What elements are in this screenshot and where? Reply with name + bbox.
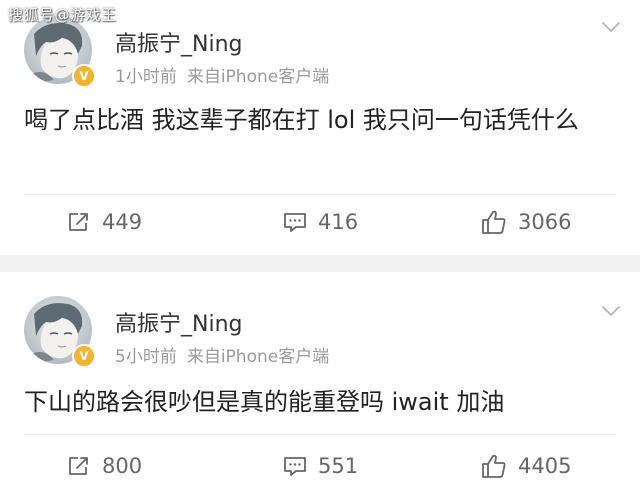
weibo-feed: 搜狐号@游戏王 V 高振宁_Ning 1小时前 来自iPhone客户端 喝了点比…: [0, 0, 640, 503]
divider: [24, 194, 616, 195]
post-card: V 高振宁_Ning 5小时前 来自iPhone客户端 下山的路会很吵但是真的能重…: [0, 272, 640, 503]
post-meta: 1小时前 来自iPhone客户端: [115, 62, 329, 87]
watermark: 搜狐号@游戏王: [8, 6, 117, 24]
like-count: 3066: [518, 210, 572, 234]
repost-icon: [69, 213, 88, 231]
post-source: 来自iPhone客户端: [186, 347, 330, 367]
comment-count: 551: [318, 454, 359, 478]
post-content: 喝了点比酒 我这辈子都在打 lol 我只问一句话凭什么: [24, 106, 579, 134]
like-button[interactable]: 3066: [480, 202, 571, 242]
post-time: 5小时前: [115, 347, 177, 367]
comment-icon: [284, 213, 306, 232]
action-bar: 800 551 4405: [0, 446, 640, 486]
comment-icon: [284, 457, 306, 476]
like-count: 4405: [518, 454, 572, 478]
like-icon: [482, 210, 506, 234]
like-button[interactable]: 4405: [480, 446, 571, 486]
action-bar: 449 416 3066: [0, 202, 640, 242]
post-meta: 5小时前 来自iPhone客户端: [115, 342, 329, 367]
repost-count: 800: [102, 454, 143, 478]
username[interactable]: 高振宁_Ning: [115, 306, 242, 338]
repost-button[interactable]: 800: [66, 446, 142, 486]
comment-button[interactable]: 416: [282, 202, 358, 242]
post-card: V 高振宁_Ning 1小时前 来自iPhone客户端 喝了点比酒 我这辈子都在打…: [0, 0, 640, 255]
verified-badge-icon: V: [72, 344, 96, 368]
post-time: 1小时前: [115, 67, 177, 87]
verified-badge-icon: V: [72, 64, 96, 88]
chevron-down-icon[interactable]: [600, 16, 622, 38]
like-icon: [482, 454, 506, 478]
username[interactable]: 高振宁_Ning: [115, 26, 242, 58]
repost-count: 449: [102, 210, 143, 234]
chevron-down-icon[interactable]: [600, 300, 622, 322]
divider: [24, 434, 616, 435]
post-separator: [0, 255, 640, 272]
post-content: 下山的路会很吵但是真的能重登吗 iwait 加油: [24, 388, 505, 416]
repost-button[interactable]: 449: [66, 202, 142, 242]
post-source: 来自iPhone客户端: [186, 67, 330, 87]
repost-icon: [69, 457, 88, 475]
comment-count: 416: [318, 210, 359, 234]
comment-button[interactable]: 551: [282, 446, 358, 486]
